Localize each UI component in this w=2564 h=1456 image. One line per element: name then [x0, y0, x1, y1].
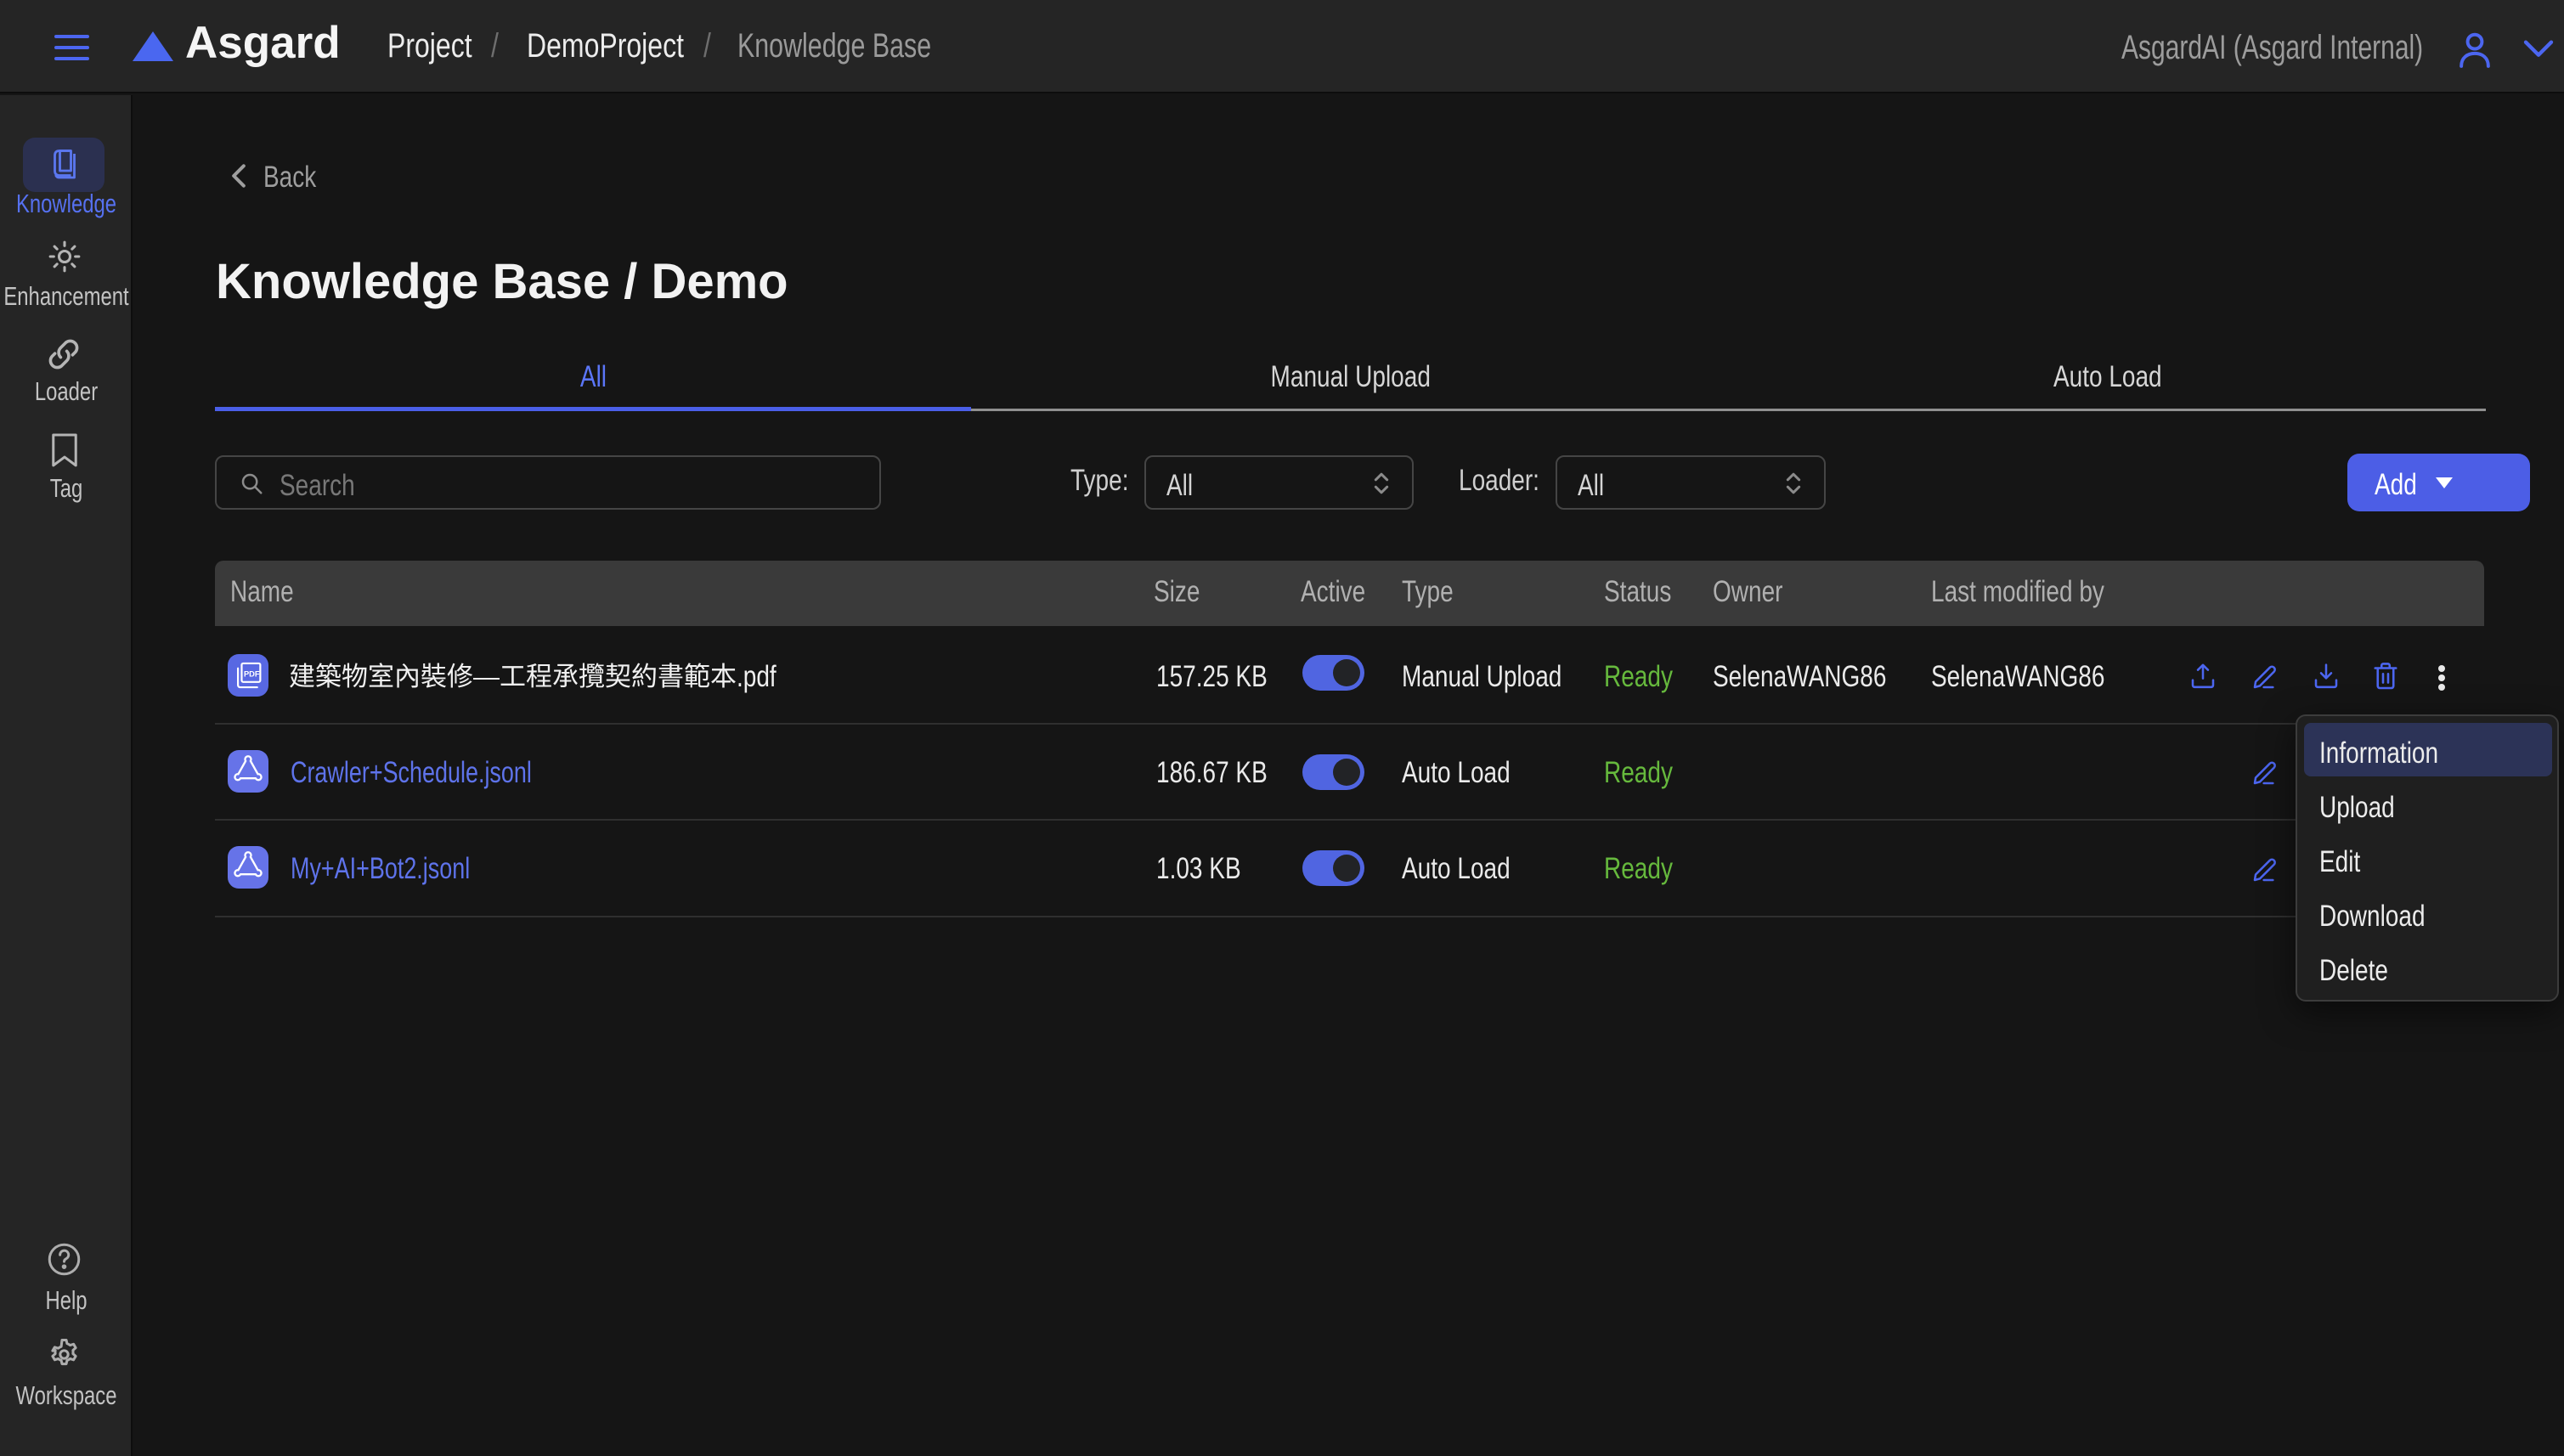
- svg-text:PDF: PDF: [244, 670, 260, 679]
